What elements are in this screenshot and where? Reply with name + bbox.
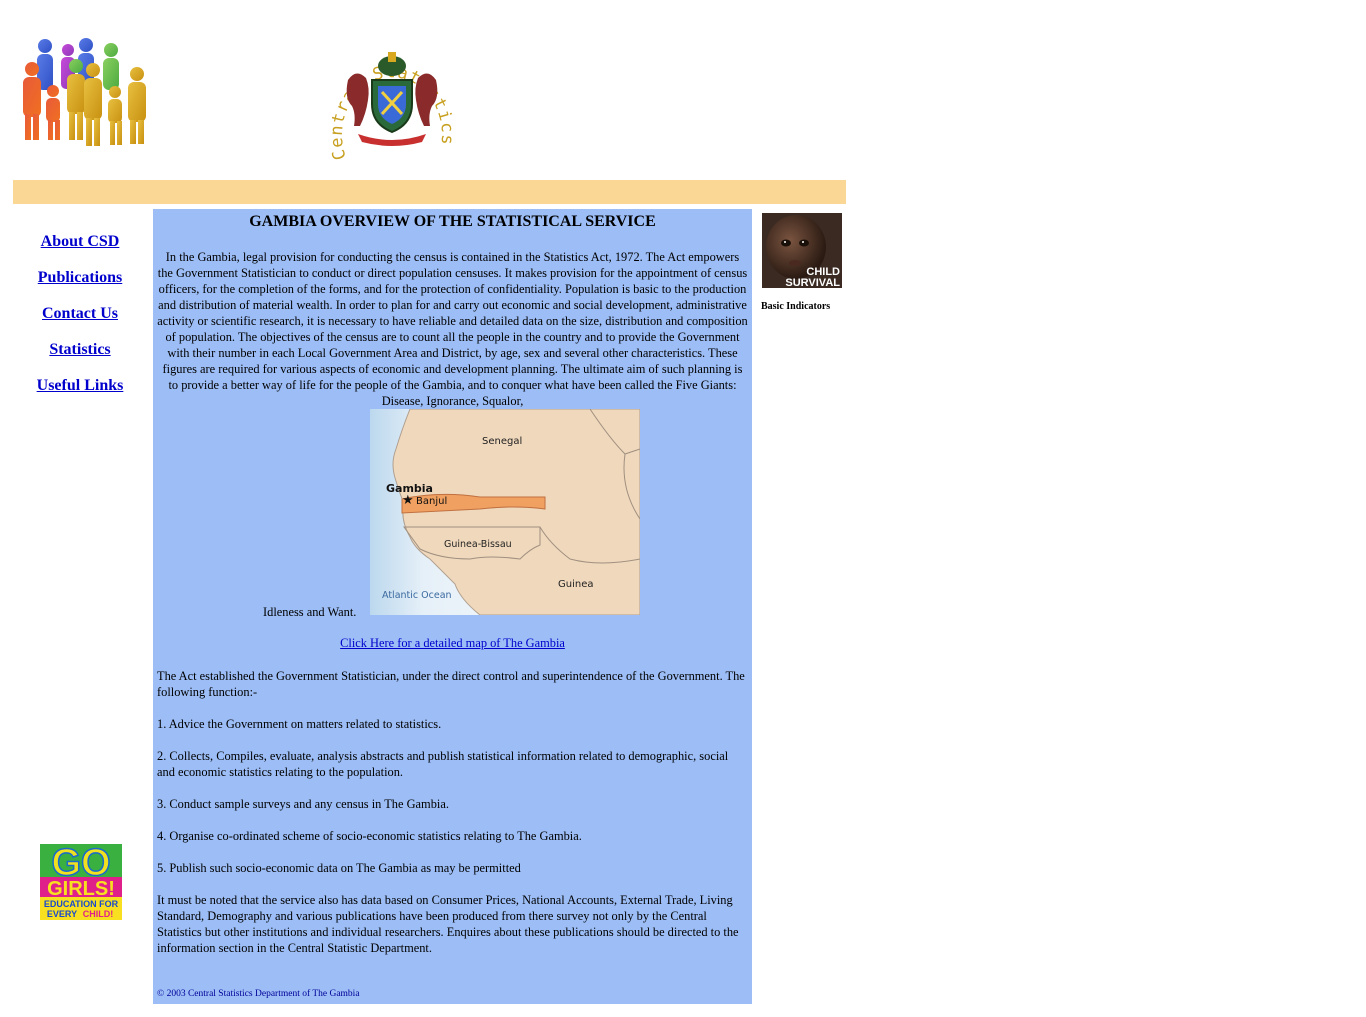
people-group-icon: [18, 36, 153, 151]
go-girls-line3: EDUCATION FOR: [44, 899, 119, 909]
main-content-panel: GAMBIA OVERVIEW OF THE STATISTICAL SERVI…: [153, 209, 752, 1004]
child-survival-label-2: SURVIVAL: [785, 277, 840, 288]
function-item-4: 4. Organise co-ordinated scheme of socio…: [157, 829, 582, 843]
intro-ending: Idleness and Want.: [263, 605, 357, 619]
go-girls-line2: GIRLS!: [47, 878, 115, 900]
function-item-1: 1. Advice the Government on matters rela…: [157, 717, 442, 731]
map-label-banjul: Banjul: [416, 496, 447, 507]
function-item-2: 2. Collects, Compiles, evaluate, analysi…: [157, 749, 729, 779]
department-seal: Central Statistics Department: [312, 15, 466, 162]
nav-publications[interactable]: Publications: [13, 266, 147, 302]
basic-indicators-link[interactable]: Basic Indicators: [761, 301, 830, 312]
nav-contact-us[interactable]: Contact Us: [13, 302, 147, 338]
gambia-map-image[interactable]: Senegal Gambia ★ Banjul Guinea-Bissau Gu…: [370, 408, 641, 616]
main-nav: About CSD Publications Contact Us Statis…: [13, 230, 147, 410]
map-label-ocean: Atlantic Ocean: [382, 590, 452, 601]
map-label-guinea-bissau: Guinea-Bissau: [444, 539, 512, 550]
go-girls-line4b: CHILD!: [83, 909, 114, 919]
map-label-senegal: Senegal: [482, 436, 522, 447]
go-girls-badge[interactable]: GO GIRLS! EDUCATION FOR EVERY CHILD!: [40, 841, 122, 920]
nav-useful-links[interactable]: Useful Links: [13, 374, 147, 410]
child-survival-image[interactable]: CHILD SURVIVAL: [762, 213, 842, 289]
map-label-guinea: Guinea: [558, 579, 593, 590]
copyright-text: © 2003 Central Statistics Department of …: [157, 989, 360, 999]
header-banner: [13, 180, 846, 204]
function-item-5: 5. Publish such socio-economic data on T…: [157, 861, 521, 875]
detailed-map-link[interactable]: Click Here for a detailed map of The Gam…: [153, 636, 752, 651]
page-title: GAMBIA OVERVIEW OF THE STATISTICAL SERVI…: [249, 213, 656, 230]
intro-paragraph: In the Gambia, legal provision for condu…: [157, 250, 748, 408]
go-girls-line4a: EVERY: [47, 909, 77, 919]
nav-about-csd[interactable]: About CSD: [13, 230, 147, 266]
banjul-star-icon: ★: [402, 493, 414, 508]
act-paragraph: The Act established the Government Stati…: [157, 669, 745, 699]
nav-statistics[interactable]: Statistics: [13, 338, 147, 374]
coat-of-arms-icon: [346, 52, 438, 146]
note-paragraph: It must be noted that the service also h…: [157, 893, 739, 955]
function-item-3: 3. Conduct sample surveys and any census…: [157, 797, 449, 811]
